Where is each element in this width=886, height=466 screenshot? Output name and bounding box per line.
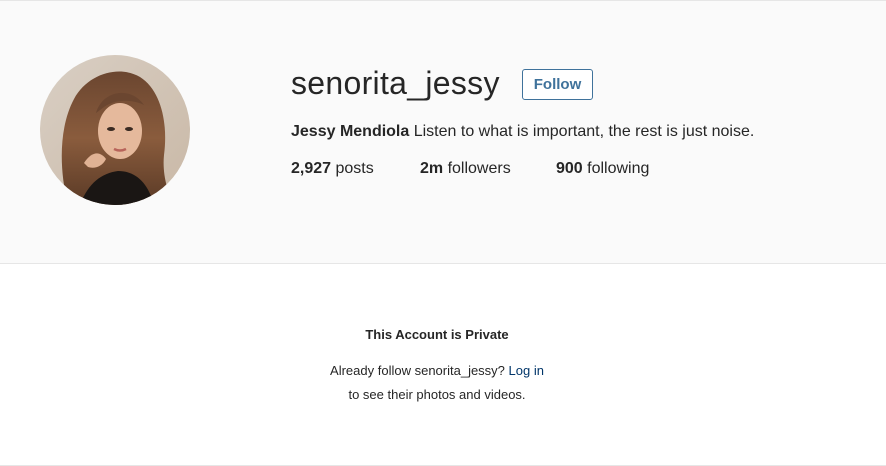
private-message-prefix: Already follow senorita_jessy? xyxy=(330,363,509,378)
followers-label: followers xyxy=(443,160,511,177)
profile-bio-text: Listen to what is important, the rest is… xyxy=(409,123,755,140)
following-label: following xyxy=(582,160,650,177)
login-link[interactable]: Log in xyxy=(509,363,544,378)
follow-button[interactable]: Follow xyxy=(522,69,593,100)
profile-header: senorita_jessy Follow Jessy Mendiola Lis… xyxy=(0,0,886,264)
profile-username: senorita_jessy xyxy=(291,65,500,101)
following-count: 900 xyxy=(556,160,583,177)
private-message-line1: Already follow senorita_jessy? Log in xyxy=(0,362,874,380)
stat-posts: 2,927 posts xyxy=(291,159,374,179)
avatar xyxy=(40,55,190,205)
stat-followers[interactable]: 2m followers xyxy=(420,159,511,179)
posts-count: 2,927 xyxy=(291,160,332,177)
private-message-line2: to see their photos and videos. xyxy=(348,387,526,402)
stat-following[interactable]: 900 following xyxy=(556,159,649,179)
profile-full-name: Jessy Mendiola xyxy=(291,123,410,140)
followers-count: 2m xyxy=(420,160,444,177)
profile-page: senorita_jessy Follow Jessy Mendiola Lis… xyxy=(0,0,886,466)
posts-label: posts xyxy=(331,160,374,177)
private-account-notice: This Account is Private Already follow s… xyxy=(0,264,886,466)
avatar-photo xyxy=(40,55,190,205)
private-title: This Account is Private xyxy=(365,327,509,342)
profile-bio: Jessy Mendiola Listen to what is importa… xyxy=(291,122,754,142)
